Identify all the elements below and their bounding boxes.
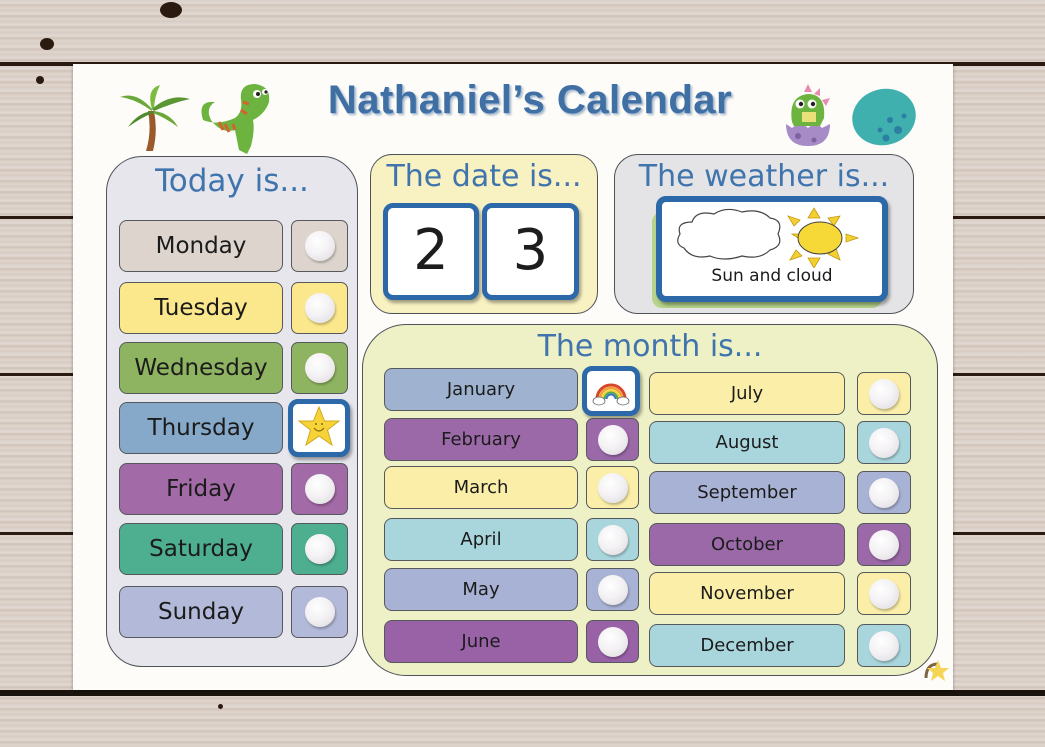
month-label-september[interactable]: September: [649, 471, 845, 514]
day-label-saturday[interactable]: Saturday: [119, 523, 283, 575]
month-label-july[interactable]: July: [649, 372, 845, 415]
month-label-august[interactable]: August: [649, 421, 845, 464]
wood-knot: [218, 704, 223, 709]
spotted-egg-icon: [852, 88, 916, 146]
rainbow-icon: [592, 383, 630, 406]
velcro-dot: [304, 534, 335, 564]
velcro-dot: [597, 626, 628, 657]
month-label-december[interactable]: December: [649, 624, 845, 667]
velcro-dot: [869, 529, 899, 560]
date-digit: 3: [512, 217, 549, 283]
day-label-thursday[interactable]: Thursday: [119, 402, 283, 454]
month-slot-may[interactable]: [586, 568, 639, 611]
day-label-friday[interactable]: Friday: [119, 463, 283, 515]
selected-day-star-tile[interactable]: [288, 399, 350, 457]
month-slot-january[interactable]: [582, 366, 640, 416]
today-panel-title: Today is...: [155, 163, 309, 199]
month-label-november[interactable]: November: [649, 572, 845, 615]
wood-knot: [36, 76, 44, 84]
month-slot-august[interactable]: [857, 421, 911, 464]
day-label-wednesday[interactable]: Wednesday: [119, 342, 283, 394]
month-slot-june[interactable]: [586, 620, 639, 663]
velcro-dot: [597, 574, 628, 605]
velcro-dot: [304, 474, 335, 504]
day-slot-saturday[interactable]: [291, 523, 348, 575]
day-label-monday[interactable]: Monday: [119, 220, 283, 272]
day-slot-sunday[interactable]: [291, 586, 348, 638]
wood-knot: [160, 2, 182, 18]
date-panel-title: The date is...: [386, 159, 582, 194]
selected-month-rainbow-tile[interactable]: [582, 366, 640, 416]
wood-knot: [40, 38, 54, 50]
day-slot-monday[interactable]: [291, 220, 348, 272]
weather-label: Sun and cloud: [711, 266, 833, 286]
day-slot-thursday[interactable]: [288, 399, 350, 457]
month-label-october[interactable]: October: [649, 523, 845, 566]
month-label-april[interactable]: April: [384, 518, 578, 561]
day-label-tuesday[interactable]: Tuesday: [119, 282, 283, 334]
velcro-dot: [597, 424, 628, 455]
month-slot-march[interactable]: [586, 466, 639, 509]
velcro-dot: [597, 472, 628, 503]
velcro-dot: [869, 477, 899, 508]
page-title: Nathaniel’s Calendar: [327, 78, 733, 122]
day-slot-friday[interactable]: [291, 463, 348, 515]
month-label-june[interactable]: June: [384, 620, 578, 663]
month-slot-april[interactable]: [586, 518, 639, 561]
month-slot-february[interactable]: [586, 418, 639, 461]
velcro-dot: [869, 427, 899, 458]
velcro-dot: [597, 524, 628, 555]
sun-and-cloud-icon: [677, 207, 860, 268]
brand-logo-icon: [924, 660, 949, 681]
month-label-january[interactable]: January: [384, 368, 578, 411]
month-slot-july[interactable]: [857, 372, 911, 415]
velcro-dot: [304, 231, 335, 261]
day-slot-wednesday[interactable]: [291, 342, 348, 394]
month-slot-december[interactable]: [857, 624, 911, 667]
month-slot-september[interactable]: [857, 471, 911, 514]
palm-tree-icon: [120, 85, 190, 151]
day-label-sunday[interactable]: Sunday: [119, 586, 283, 638]
month-slot-november[interactable]: [857, 572, 911, 615]
date-digit-tile-ones[interactable]: 3: [482, 203, 579, 300]
month-label-february[interactable]: February: [384, 418, 578, 461]
t-rex-dinosaur-icon: [201, 84, 270, 154]
month-slot-october[interactable]: [857, 523, 911, 566]
baby-dinosaur-egg-icon: [786, 84, 830, 146]
month-panel-title: The month is...: [537, 329, 763, 364]
smiling-star-icon: [297, 406, 341, 447]
velcro-dot: [304, 597, 335, 627]
day-slot-tuesday[interactable]: [291, 282, 348, 334]
velcro-dot: [869, 578, 899, 609]
date-digit-tile-tens[interactable]: 2: [383, 203, 479, 300]
velcro-dot: [304, 293, 335, 323]
velcro-dot: [304, 353, 335, 383]
weather-card[interactable]: Sun and cloud: [656, 196, 888, 302]
velcro-dot: [869, 630, 899, 661]
month-label-may[interactable]: May: [384, 568, 578, 611]
weather-panel-title: The weather is...: [638, 159, 890, 194]
date-digit: 2: [413, 217, 449, 283]
month-label-march[interactable]: March: [384, 466, 578, 509]
velcro-dot: [869, 378, 899, 409]
